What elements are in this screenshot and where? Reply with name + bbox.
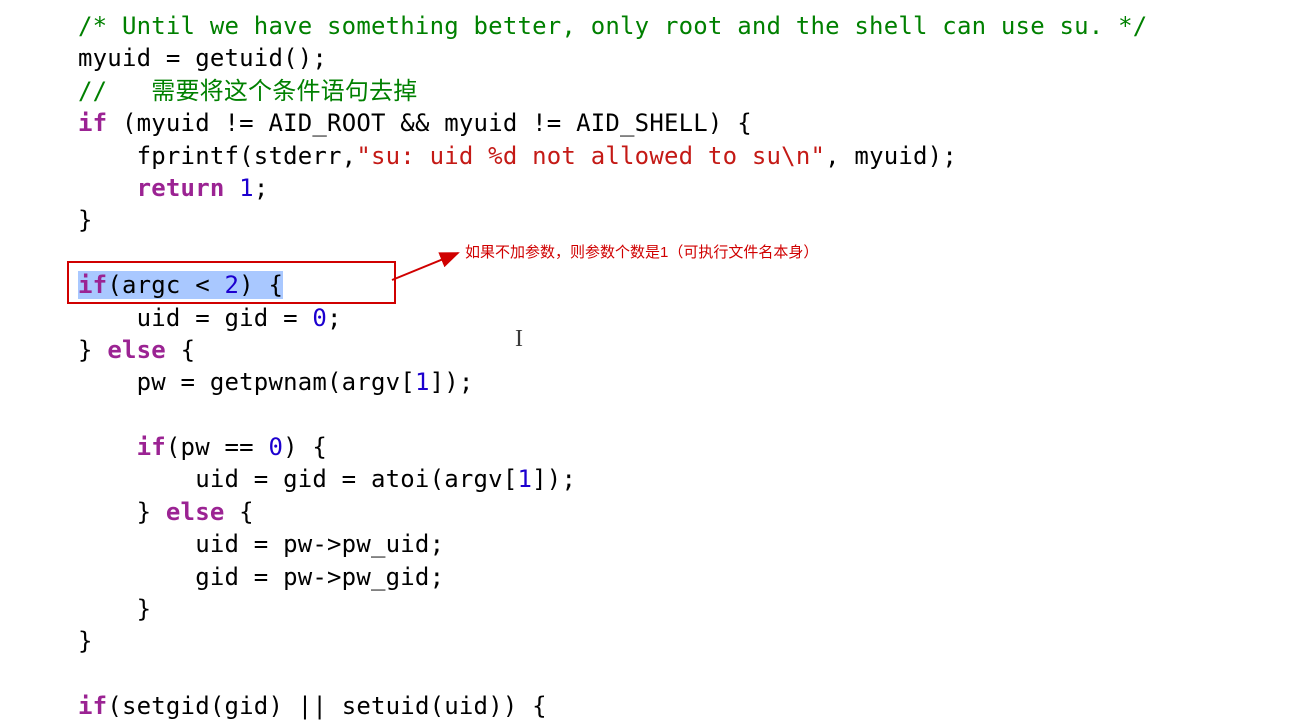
comment-line: /* Until we have something better, only … [78,12,1147,40]
kw-else: else [166,498,225,526]
kw-if: if [78,109,107,137]
comment-line-cn: // 需要将这个条件语句去掉 [78,77,417,105]
text-caret-icon: I [515,323,523,355]
string-literal: "su: uid %d not allowed to su\n" [356,142,825,170]
kw-else: else [107,336,166,364]
code-line: myuid = getuid(); [78,44,327,72]
kw-if: if [78,433,166,461]
annotation-text: 如果不加参数，则参数个数是1（可执行文件名本身） [465,243,818,263]
selected-if-argc: if(argc < 2) { [78,271,283,299]
kw-if: if [78,271,107,299]
kw-return: return [78,174,225,202]
kw-if: if [78,692,107,720]
code-block: /* Until we have something better, only … [0,0,1292,723]
